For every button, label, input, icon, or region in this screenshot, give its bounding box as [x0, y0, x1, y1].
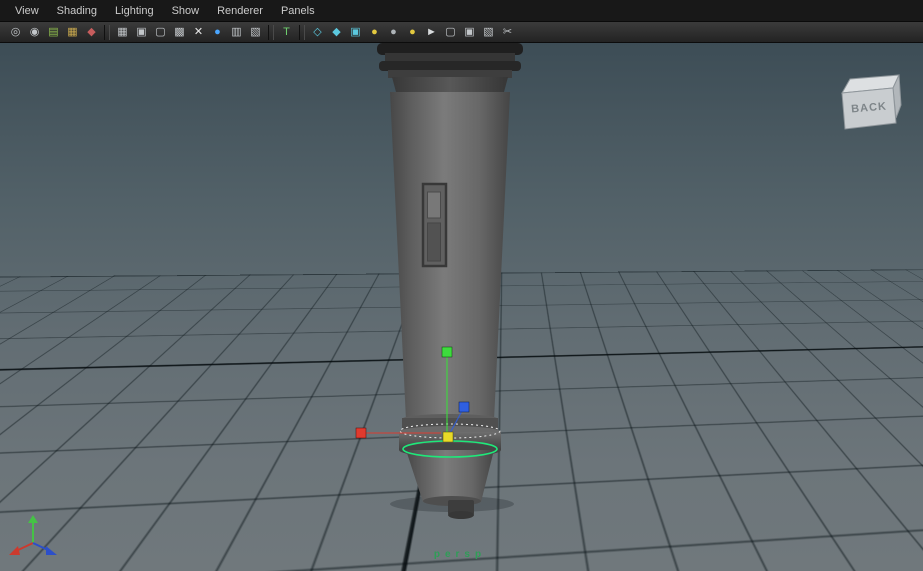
- menu-view[interactable]: View: [6, 0, 48, 22]
- manip-center-handle[interactable]: [442, 431, 454, 443]
- axis-gizmo: [9, 515, 57, 555]
- menu-show[interactable]: Show: [163, 0, 209, 22]
- select-camera-icon[interactable]: ◎: [7, 24, 24, 41]
- manip-z-handle[interactable]: [458, 401, 470, 413]
- menu-shading[interactable]: Shading: [48, 0, 106, 22]
- bookmarks-icon[interactable]: ▤: [45, 24, 62, 41]
- all-lights-icon[interactable]: ●: [366, 24, 383, 41]
- toolbar-separator: [299, 24, 305, 40]
- field-chart-icon[interactable]: ✕: [190, 24, 207, 41]
- wireframe-on-shaded-icon[interactable]: ▧: [480, 24, 497, 41]
- gate-mask-icon[interactable]: ▩: [171, 24, 188, 41]
- camera-attributes-icon[interactable]: ◉: [26, 24, 43, 41]
- grease-pencil-icon[interactable]: ◆: [83, 24, 100, 41]
- column-top-ring-2: [385, 53, 515, 62]
- menu-lighting[interactable]: Lighting: [106, 0, 163, 22]
- image-plane-icon[interactable]: ▦: [64, 24, 81, 41]
- base-nub-bottom: [448, 511, 474, 519]
- toolbar-separator: [268, 24, 274, 40]
- gizmo-x-arrowhead: [9, 546, 20, 555]
- manip-y-handle[interactable]: [441, 346, 453, 358]
- highlight-selection-icon[interactable]: ▧: [247, 24, 264, 41]
- manip-x-handle[interactable]: [355, 427, 367, 439]
- column-model[interactable]: [377, 43, 523, 519]
- menu-panels[interactable]: Panels: [272, 0, 324, 22]
- xray-icon[interactable]: ▢: [442, 24, 459, 41]
- perspective-viewport[interactable]: BACK persp: [0, 43, 923, 571]
- toolbar-separator: [104, 24, 110, 40]
- film-gate-icon[interactable]: ▣: [133, 24, 150, 41]
- texture-borders-icon[interactable]: T: [278, 24, 295, 41]
- camera-name-label: persp: [433, 549, 487, 560]
- column-neck: [392, 77, 508, 92]
- column-shaft: [390, 92, 510, 420]
- shaded-display-icon[interactable]: ◆: [328, 24, 345, 41]
- isolate-select-icon[interactable]: ►: [423, 24, 440, 41]
- safe-action-icon[interactable]: ●: [209, 24, 226, 41]
- gizmo-z-arrowhead: [46, 546, 57, 555]
- menu-renderer[interactable]: Renderer: [208, 0, 272, 22]
- scene-layer: BACK: [9, 43, 902, 555]
- backface-culling-icon[interactable]: ▣: [461, 24, 478, 41]
- column-door: [421, 182, 448, 268]
- textured-display-icon[interactable]: ▣: [347, 24, 364, 41]
- column-top-ring-4: [388, 70, 512, 78]
- default-light-icon[interactable]: ●: [385, 24, 402, 41]
- safe-title-icon[interactable]: ▥: [228, 24, 245, 41]
- back-view-cube[interactable]: BACK: [841, 74, 902, 130]
- toolbar: ◎ ◉ ▤ ▦ ◆ ▦ ▣ ▢ ▩ ✕ ● ▥ ▧ T ◇ ◆ ▣ ● ● ● ► ▢ ▣ ▧ ✂: [0, 22, 923, 43]
- resolution-gate-icon[interactable]: ▢: [152, 24, 169, 41]
- gizmo-y-arrowhead: [28, 515, 38, 523]
- panel-menubar: View Shading Lighting Show Renderer Pane…: [0, 0, 923, 22]
- maya-viewport-panel: View Shading Lighting Show Renderer Pane…: [0, 0, 923, 571]
- wireframe-display-icon[interactable]: ◇: [309, 24, 326, 41]
- no-lights-icon[interactable]: ●: [404, 24, 421, 41]
- plugin-objects-icon[interactable]: ✂: [499, 24, 516, 41]
- grid-toggle-icon[interactable]: ▦: [114, 24, 131, 41]
- column-top-ring-3: [379, 61, 521, 71]
